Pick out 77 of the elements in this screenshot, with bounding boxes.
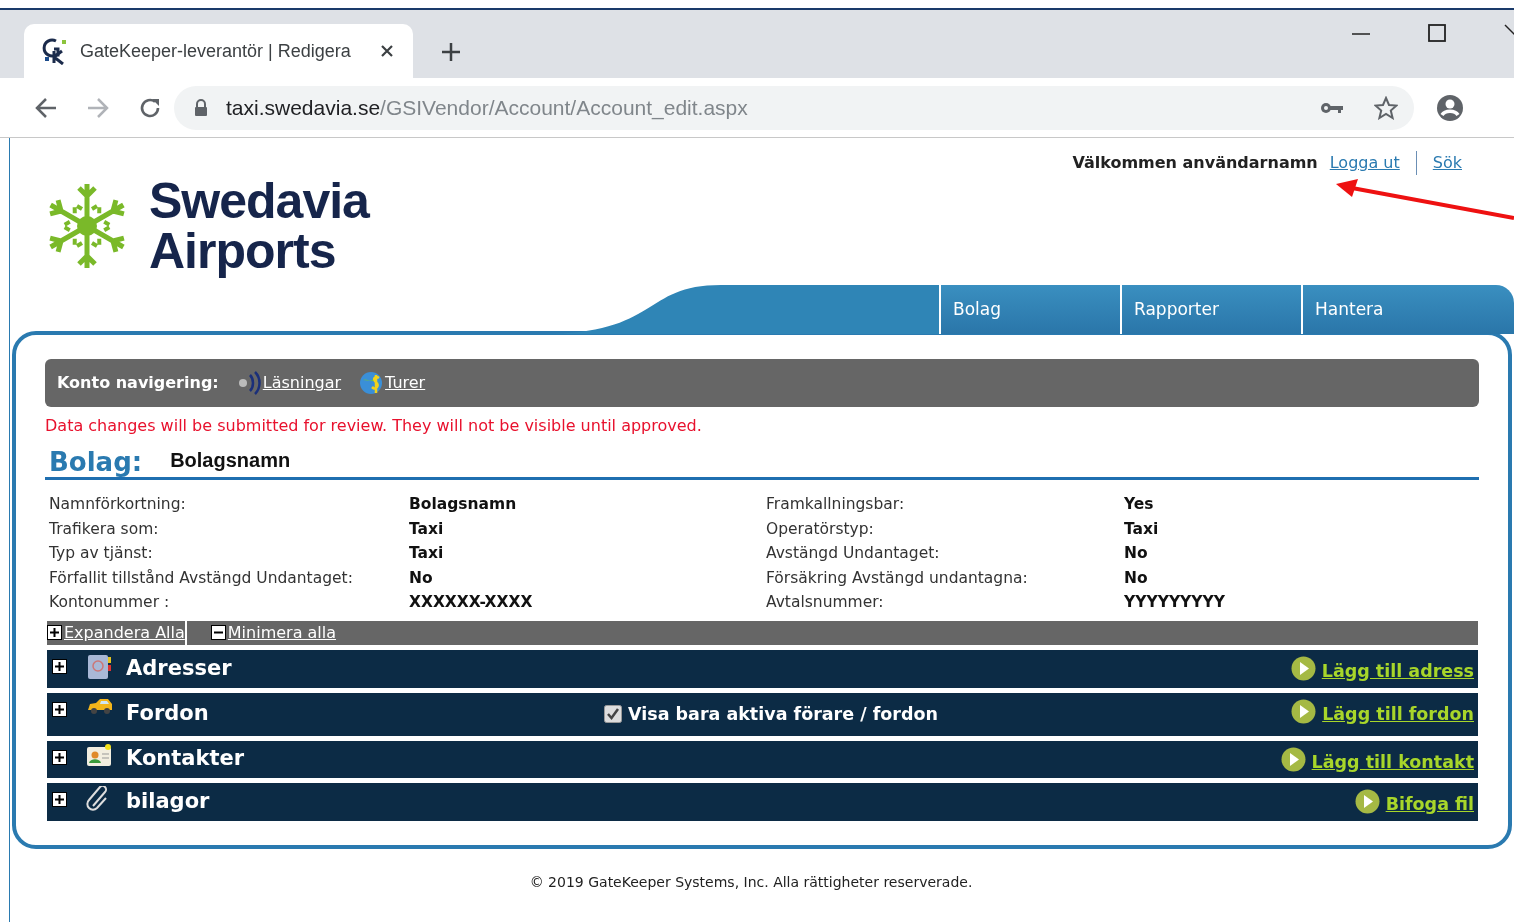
header-link[interactable]: Logga ut	[1329, 151, 1400, 175]
detail-label: Avstängd Undantaget:	[766, 543, 941, 564]
detail-value: YYYYYYYYY	[1124, 592, 1226, 613]
new-tab-icon[interactable]	[441, 42, 461, 62]
expand-icon[interactable]	[47, 625, 62, 640]
section-header[interactable]: bilagor Bifoga fil	[47, 782, 1478, 821]
account-nav-link[interactable]: Läsningar	[236, 370, 342, 396]
detail-value: Taxi	[409, 518, 445, 540]
add-link[interactable]: Lägg till kontakt	[1280, 744, 1474, 775]
detail-value: No	[1124, 567, 1149, 589]
url-text: taxi.swedavia.se/GSIVendor/Account/Account_edit.aspx	[226, 94, 748, 122]
signal-waves-icon	[236, 370, 263, 396]
detail-value: No	[1124, 543, 1149, 564]
back-icon[interactable]	[34, 96, 58, 119]
paperclip-icon	[86, 785, 110, 812]
play-circle-icon	[1290, 656, 1316, 682]
welcome-text: Välkommen användarnamn	[1072, 152, 1318, 174]
company-name: Bolagsnamn	[170, 448, 291, 473]
copyright-text: © 2019 GateKeeper Systems, Inc. Alla rättigheter reserverade.	[528, 873, 974, 892]
detail-label: Operatörstyp:	[766, 518, 875, 540]
expand-icon[interactable]	[52, 701, 67, 717]
add-link[interactable]: Lägg till fordon	[1291, 696, 1474, 727]
close-icon[interactable]	[380, 44, 394, 58]
detail-value: Yes	[1124, 494, 1155, 515]
play-circle-icon	[1291, 699, 1317, 725]
detail-label: Framkallningsbar:	[766, 494, 906, 515]
detail-label: Försäkring Avstängd undantagna:	[766, 567, 1029, 589]
header-link[interactable]: Sök	[1432, 151, 1462, 175]
detail-label: Kontonummer :	[49, 592, 171, 613]
section-title: Fordon	[126, 700, 210, 728]
detail-value: Taxi	[1124, 518, 1160, 540]
section-title: Adresser	[126, 654, 233, 682]
expand-icon[interactable]	[52, 749, 67, 765]
checkbox-label[interactable]: Visa bara aktiva förare / fordon	[628, 700, 938, 728]
detail-value: XXXXXX-XXXX	[409, 592, 534, 613]
address-bar[interactable]: taxi.swedavia.se/GSIVendor/Account/Account_edit.aspx	[174, 85, 1414, 130]
play-circle-icon	[1354, 789, 1380, 815]
section-title: bilagor	[126, 787, 211, 815]
nav-tab[interactable]: Hantera	[1301, 285, 1514, 334]
contact-card-icon	[86, 743, 112, 768]
section-header[interactable]: Kontakter Lägg till kontakt	[47, 740, 1478, 778]
nav-tab[interactable]: Bolag	[939, 285, 1120, 334]
maximize-icon[interactable]	[1428, 24, 1446, 42]
nav-tab[interactable]: Rapporter	[1120, 285, 1301, 334]
lock-icon	[194, 98, 208, 117]
detail-value: Bolagsnamn	[409, 494, 518, 515]
add-link[interactable]: Lägg till adress	[1290, 653, 1474, 684]
account-nav-label: Konto navigering:	[57, 372, 219, 394]
expand-icon[interactable]	[52, 791, 67, 807]
collapse-all-link[interactable]: Minimera alla	[210, 620, 337, 645]
expand-all-link[interactable]: Expandera Alla	[47, 620, 187, 645]
profile-icon[interactable]	[1436, 93, 1464, 122]
detail-value: No	[409, 567, 434, 589]
detail-label: Avtalsnummer:	[766, 592, 885, 613]
key-icon[interactable]	[1320, 100, 1344, 115]
collapse-icon[interactable]	[210, 625, 226, 640]
section-header[interactable]: Fordon Visa bara aktiva förare / fordon Lägg till fordon	[47, 692, 1478, 736]
detail-label: Förfallit tillstånd Avstängd Undantaget:	[49, 567, 354, 589]
detail-label: Typ av tjänst:	[49, 543, 154, 564]
logo-text: Swedavia	[149, 175, 369, 226]
logo-text: Airports	[149, 225, 337, 276]
expand-icon[interactable]	[52, 658, 67, 674]
checkbox[interactable]	[604, 705, 622, 723]
company-heading: Bolag:	[49, 447, 143, 477]
detail-label: Namnförkortning:	[49, 494, 187, 515]
address-book-icon	[86, 652, 112, 681]
section-header[interactable]: Adresser Lägg till adress	[47, 649, 1478, 688]
section-title: Kontakter	[126, 745, 246, 773]
detail-value: Taxi	[409, 543, 445, 564]
review-notice: Data changes will be submitted for review. They will not be visible until approved.	[45, 415, 703, 437]
add-link[interactable]: Bifoga fil	[1354, 786, 1474, 817]
detail-label: Trafikera som:	[49, 518, 160, 540]
browser-tab[interactable]: GateKeeper-leverantör | Redigera	[24, 24, 413, 78]
play-circle-icon	[1280, 747, 1306, 773]
tab-title: GateKeeper-leverantör | Redigera	[80, 39, 352, 63]
account-nav-link[interactable]: Turer	[359, 370, 426, 396]
star-icon[interactable]	[1374, 95, 1398, 120]
